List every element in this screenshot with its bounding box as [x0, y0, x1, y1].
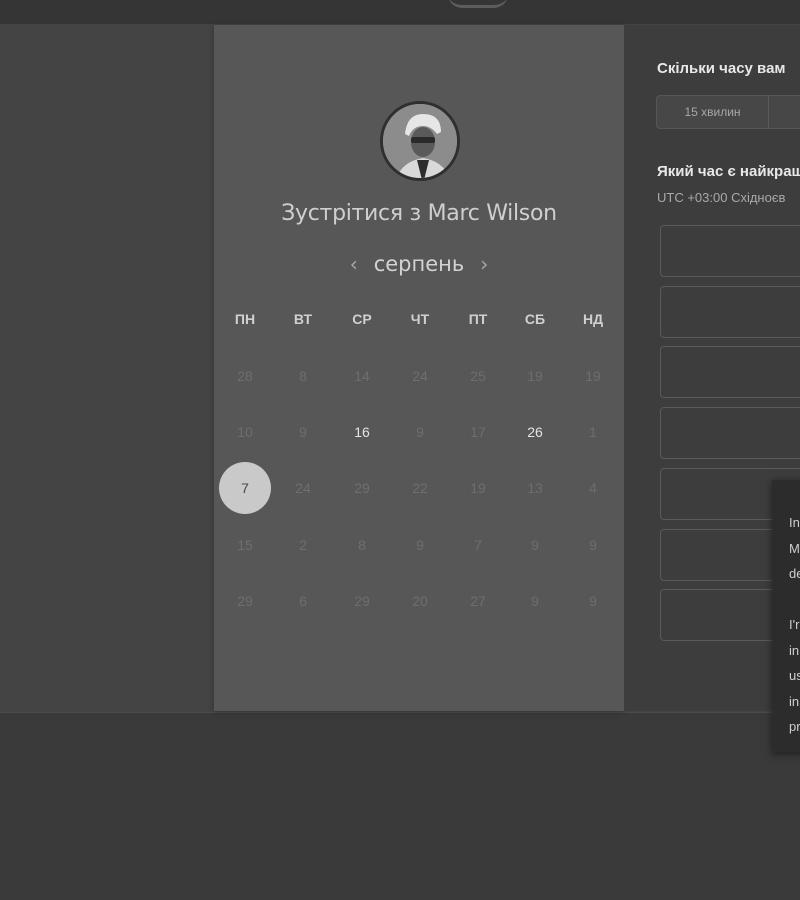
popup-text: In M de I'r in us in pr — [789, 515, 800, 734]
calendar-day: 9 — [416, 424, 424, 440]
calendar-day: 9 — [589, 537, 597, 553]
calendar-day: 19 — [585, 368, 601, 384]
calendar-day: 7 — [474, 537, 482, 553]
calendar-day: 2 — [299, 537, 307, 553]
calendar-day: 10 — [237, 424, 253, 440]
calendar-day: 8 — [358, 537, 366, 553]
logo-icon — [448, 0, 508, 8]
calendar-day: 20 — [412, 593, 428, 609]
calendar-day: 28 — [237, 368, 253, 384]
calendar-day: 4 — [589, 480, 597, 496]
top-bar — [0, 0, 800, 24]
calendar-day: 9 — [589, 593, 597, 609]
duration-selector: 15 хвилин3 — [656, 95, 800, 129]
calendar-day: 19 — [470, 480, 486, 496]
calendar-day: 1 — [589, 424, 597, 440]
calendar-day: 29 — [354, 593, 370, 609]
days-grid: 28 8 14 24 25 19 19 10 9 16 9 17 26 1 7 24 29 22 19 13 4 15 2 8… — [214, 25, 624, 711]
calendar-day: 17 — [470, 424, 486, 440]
time-question: Який час є найкращ — [657, 163, 800, 180]
calendar-day: 15 — [237, 537, 253, 553]
calendar-day: 14 — [354, 368, 370, 384]
calendar-day: 9 — [299, 424, 307, 440]
calendar-panel: Зустрітися з Marc Wilson ‹ серпень › ПН В… — [214, 25, 624, 711]
time-slot[interactable] — [660, 346, 800, 399]
calendar-day: 13 — [527, 480, 543, 496]
calendar-day: 19 — [527, 368, 543, 384]
calendar-day[interactable]: 16 — [336, 406, 388, 458]
calendar-day[interactable]: 26 — [509, 406, 561, 458]
calendar-day: 25 — [470, 368, 486, 384]
calendar-day: 8 — [299, 368, 307, 384]
calendar-day: 9 — [531, 593, 539, 609]
calendar-day: 27 — [470, 593, 486, 609]
time-slot[interactable] — [660, 285, 800, 338]
calendar-day: 29 — [237, 593, 253, 609]
calendar-day: 9 — [531, 537, 539, 553]
info-popup: In M de I'r in us in pr — [772, 480, 800, 752]
calendar-day: 24 — [412, 368, 428, 384]
time-slot[interactable] — [660, 225, 800, 277]
duration-option[interactable]: 15 хвилин — [657, 96, 769, 128]
duration-option[interactable]: 3 — [769, 96, 800, 128]
selected-day[interactable]: 7 — [219, 462, 271, 514]
timezone-label[interactable]: UTC +03:00 Східноєв — [657, 190, 785, 205]
calendar-day: 6 — [299, 593, 307, 609]
calendar-day: 29 — [354, 480, 370, 496]
duration-question: Скільки часу вам — [657, 60, 786, 77]
calendar-day: 24 — [295, 480, 311, 496]
footer-area — [0, 712, 800, 900]
time-slot[interactable] — [660, 407, 800, 460]
calendar-day: 9 — [416, 537, 424, 553]
calendar-day: 22 — [412, 480, 428, 496]
